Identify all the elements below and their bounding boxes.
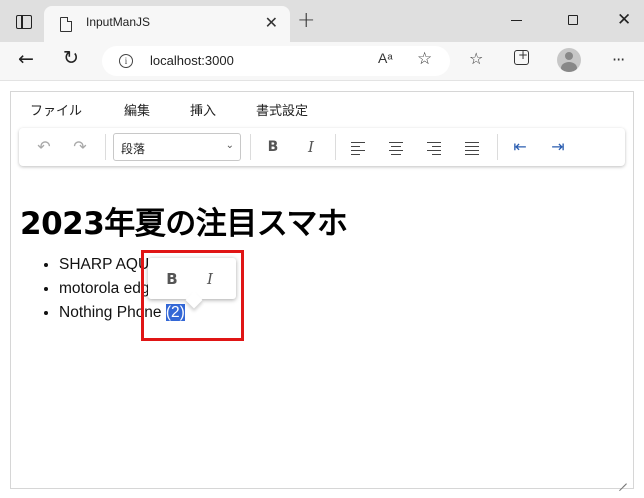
maximize-button[interactable] — [568, 15, 578, 25]
rich-text-editor: ファイル 編集 挿入 書式設定 ↶ ↷ 段落 ⌄ B I ⇤ ⇥ 2023年夏の… — [10, 91, 634, 489]
toolbar-divider — [250, 134, 251, 160]
outdent-button[interactable]: ⇤ — [505, 135, 535, 159]
align-center-icon — [389, 142, 403, 156]
page-viewport: ファイル 編集 挿入 書式設定 ↶ ↷ 段落 ⌄ B I ⇤ ⇥ 2023年夏の… — [0, 80, 644, 498]
selected-text: (2) — [165, 304, 185, 321]
align-left-icon — [351, 142, 365, 156]
favorites-icon[interactable]: ☆ — [469, 49, 483, 68]
align-right-button[interactable] — [419, 135, 449, 159]
new-tab-button[interactable]: + — [297, 10, 315, 32]
back-button[interactable]: ← — [18, 48, 34, 70]
list-item-text: SHARP AQU — [59, 256, 150, 273]
block-format-value: 段落 — [121, 142, 146, 156]
menu-file[interactable]: ファイル — [30, 100, 82, 119]
align-center-button[interactable] — [381, 135, 411, 159]
align-right-icon — [427, 142, 441, 156]
document-heading: 2023年夏の注目スマホ — [20, 206, 348, 242]
url-input[interactable]: i localhost:3000 — [102, 46, 450, 76]
tab-strip: InputManJS ✕ + ✕ — [0, 0, 644, 42]
quickbar-popup: B I — [148, 258, 236, 299]
list-item-text: Nothing Phone — [59, 304, 166, 321]
url-text: localhost:3000 — [150, 53, 234, 68]
tab-actions-icon[interactable] — [16, 15, 32, 29]
menu-format[interactable]: 書式設定 — [256, 100, 308, 119]
page-icon — [60, 17, 72, 32]
justify-icon — [465, 142, 479, 156]
tab-title: InputManJS — [86, 15, 151, 29]
quickbar-italic-button[interactable]: I — [196, 267, 224, 291]
collections-icon[interactable] — [514, 48, 529, 65]
undo-button[interactable]: ↶ — [29, 135, 59, 159]
indent-button[interactable]: ⇥ — [543, 135, 573, 159]
read-aloud-icon[interactable]: Aᵃ — [378, 50, 393, 66]
quickbar-bold-button[interactable]: B — [158, 267, 186, 291]
editor-toolbar: ↶ ↷ 段落 ⌄ B I ⇤ ⇥ — [19, 128, 625, 166]
justify-button[interactable] — [457, 135, 487, 159]
toolbar-divider — [105, 134, 106, 160]
redo-button[interactable]: ↷ — [65, 135, 95, 159]
chevron-down-icon: ⌄ — [225, 140, 234, 151]
profile-avatar[interactable] — [557, 48, 581, 72]
align-left-button[interactable] — [343, 135, 373, 159]
menu-edit[interactable]: 編集 — [124, 100, 150, 119]
minimize-button[interactable] — [511, 20, 522, 22]
list-item: Nothing Phone (2) — [59, 301, 185, 325]
more-menu-icon[interactable]: ··· — [612, 50, 625, 69]
address-bar-row: ← ↻ i localhost:3000 — [0, 42, 644, 80]
browser-tab[interactable]: InputManJS ✕ — [44, 6, 290, 42]
site-info-icon[interactable]: i — [119, 54, 133, 68]
editor-menubar: ファイル 編集 挿入 書式設定 — [11, 92, 633, 122]
toolbar-divider — [335, 134, 336, 160]
window-close-button[interactable]: ✕ — [617, 9, 631, 31]
block-format-select[interactable]: 段落 ⌄ — [113, 133, 241, 161]
refresh-button[interactable]: ↻ — [63, 47, 79, 69]
bold-button[interactable]: B — [258, 135, 288, 159]
italic-button[interactable]: I — [296, 135, 326, 159]
menu-insert[interactable]: 挿入 — [190, 100, 216, 119]
resize-handle[interactable] — [617, 474, 627, 484]
tab-close-icon[interactable]: ✕ — [265, 13, 278, 33]
favorite-star-icon[interactable]: ☆ — [417, 49, 432, 69]
toolbar-divider — [497, 134, 498, 160]
